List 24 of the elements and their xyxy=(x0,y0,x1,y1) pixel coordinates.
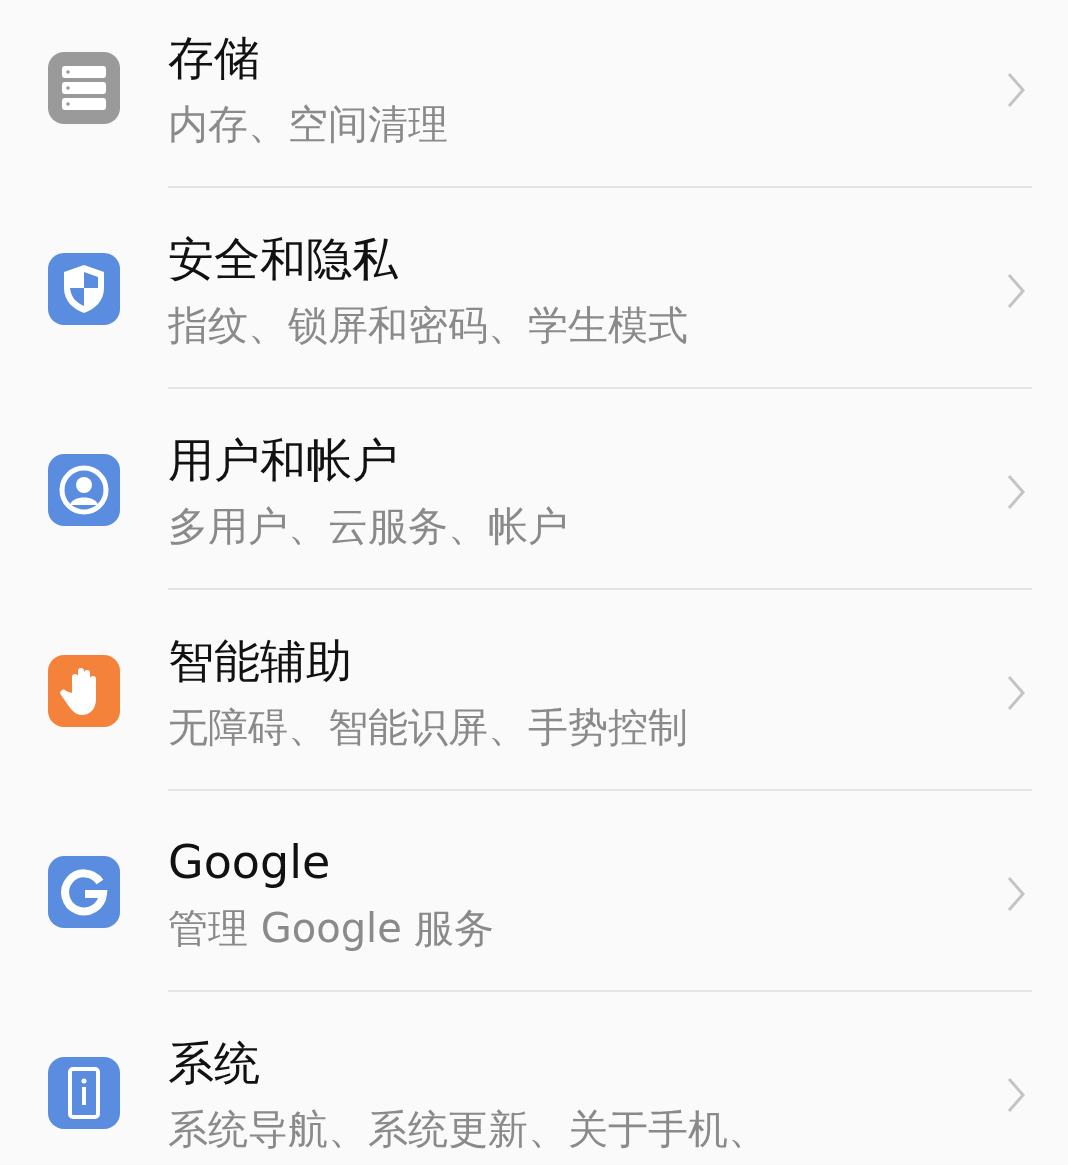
setting-description: 系统导航、系统更新、关于手机、 xyxy=(168,1104,769,1154)
settings-item[interactable]: Google 管理 Google 服务 xyxy=(0,791,1068,992)
settings-item[interactable]: 存储 内存、空间清理 xyxy=(0,0,1068,188)
setting-description: 管理 Google 服务 xyxy=(168,903,496,953)
setting-description: 多用户、云服务、帐户 xyxy=(168,501,569,551)
chevron-right-icon xyxy=(1006,71,1026,108)
chevron-right-icon xyxy=(1006,1076,1026,1113)
setting-description: 指纹、锁屏和密码、学生模式 xyxy=(168,300,689,350)
setting-title: 系统 xyxy=(168,1034,261,1092)
chevron-right-icon xyxy=(1006,875,1026,912)
setting-description: 内存、空间清理 xyxy=(168,99,449,149)
chevron-right-icon xyxy=(1006,674,1026,711)
chevron-right-icon xyxy=(1006,473,1026,510)
settings-item[interactable]: 智能辅助 无障碍、智能识屏、手势控制 xyxy=(0,590,1068,791)
setting-title: Google xyxy=(168,833,332,891)
chevron-right-icon xyxy=(1006,272,1026,309)
setting-title: 用户和帐户 xyxy=(168,431,399,489)
settings-item[interactable]: 用户和帐户 多用户、云服务、帐户 xyxy=(0,389,1068,590)
settings-item[interactable]: 安全和隐私 指纹、锁屏和密码、学生模式 xyxy=(0,188,1068,389)
settings-item[interactable]: 系统 系统导航、系统更新、关于手机、 xyxy=(0,992,1068,1165)
setting-title: 智能辅助 xyxy=(168,632,353,690)
setting-title: 安全和隐私 xyxy=(168,230,399,288)
setting-description: 无障碍、智能识屏、手势控制 xyxy=(168,702,689,752)
setting-title: 存储 xyxy=(168,29,261,87)
